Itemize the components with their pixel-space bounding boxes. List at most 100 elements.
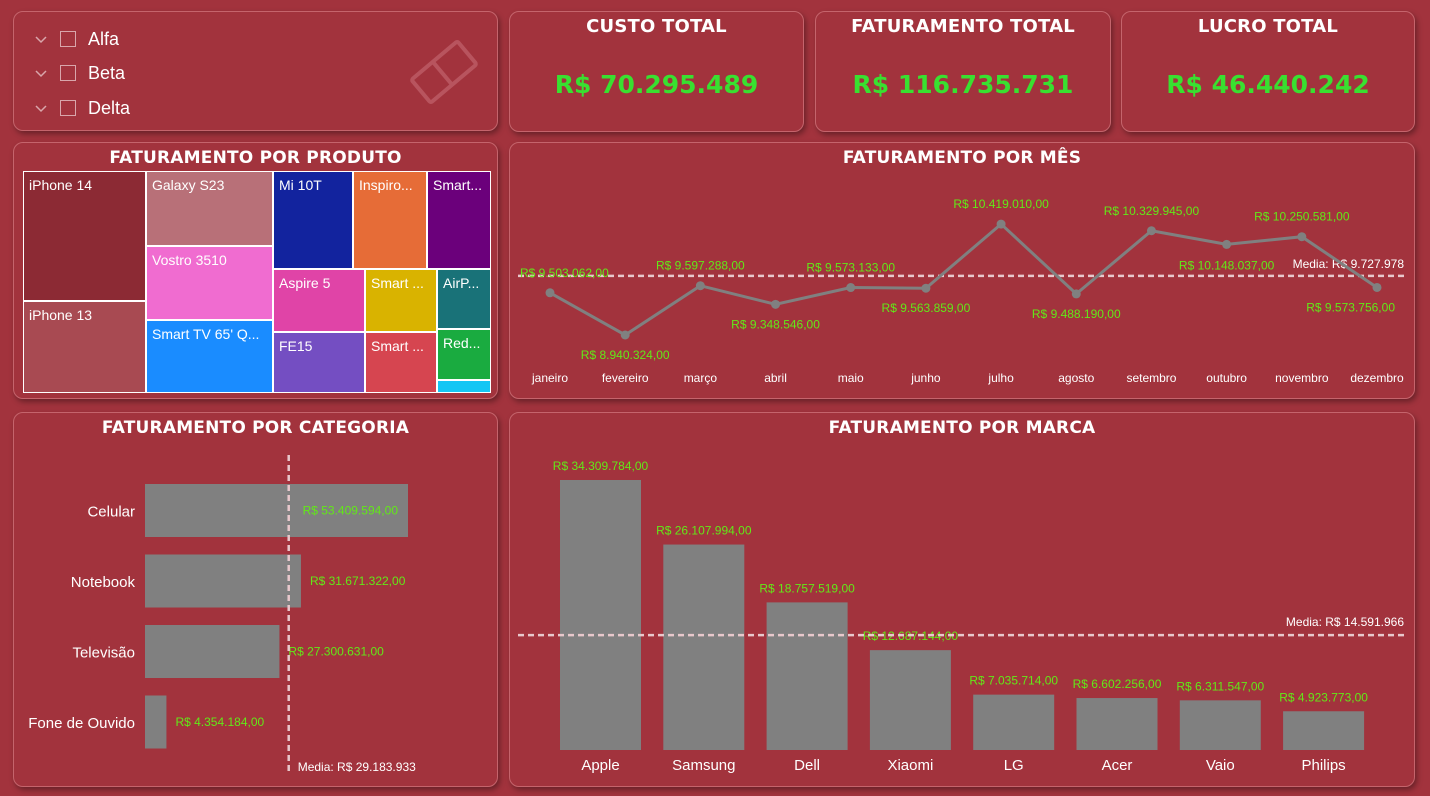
x-tick-label: agosto (1058, 371, 1094, 385)
treemap-cell[interactable]: iPhone 13 (23, 301, 146, 393)
kpi-card-faturamento: FATURAMENTO TOTAL R$ 116.735.731 (815, 11, 1111, 132)
data-label: R$ 10.419.010,00 (953, 197, 1049, 211)
data-label: R$ 9.348.546,00 (731, 317, 820, 331)
x-tick-label: maio (838, 371, 864, 385)
x-tick-label: março (684, 371, 718, 385)
treemap-cell[interactable]: Smart... (427, 171, 491, 269)
category-bar-chart: Celular R$ 53.409.594,00 Notebook R$ 31.671… (28, 455, 416, 775)
x-tick-label: LG (1004, 757, 1024, 774)
checkbox[interactable] (60, 100, 76, 116)
chevron-down-icon[interactable] (34, 32, 48, 46)
chevron-down-icon[interactable] (34, 101, 48, 115)
kpi-title: CUSTO TOTAL (586, 16, 727, 37)
x-tick-label: Apple (581, 757, 619, 774)
data-label: R$ 9.597.288,00 (656, 259, 745, 273)
x-tick-label: abril (764, 371, 787, 385)
treemap-cell[interactable]: Red... (437, 329, 491, 380)
data-point (545, 288, 555, 298)
kpi-value: R$ 116.735.731 (852, 70, 1074, 99)
data-point (1222, 239, 1232, 249)
data-label: R$ 10.250.581,00 (1254, 210, 1350, 224)
kpi-value: R$ 46.440.242 (1166, 70, 1370, 99)
treemap-cell[interactable]: Smart ... (365, 269, 437, 332)
treemap-cell[interactable]: Smart TV 65' Q... (146, 320, 273, 393)
data-label: R$ 4.354.184,00 (175, 715, 264, 729)
data-point (620, 330, 630, 340)
x-tick-label: Dell (794, 757, 820, 774)
treemap-cell[interactable]: Mi 10T (273, 171, 353, 269)
x-tick-label: setembro (1126, 371, 1176, 385)
data-point (1071, 289, 1081, 299)
x-tick-label: junho (910, 371, 941, 385)
chevron-down-icon[interactable] (34, 66, 48, 80)
treemap-cell[interactable]: Galaxy S23 (146, 171, 273, 246)
slicer-item-delta[interactable]: Delta (34, 95, 130, 121)
data-label: R$ 27.300.631,00 (288, 645, 384, 659)
data-point (921, 283, 931, 293)
data-label: R$ 34.309.784,00 (553, 459, 649, 473)
data-point (695, 281, 705, 291)
bar (663, 544, 745, 750)
data-point (846, 283, 856, 293)
data-label: R$ 9.573.133,00 (806, 261, 895, 275)
average-label: Media: R$ 29.183.933 (298, 760, 416, 774)
treemap-cell[interactable]: Inspiro... (353, 171, 427, 269)
data-label: R$ 9.503.062,00 (520, 266, 609, 280)
bar (973, 694, 1055, 750)
x-tick-label: novembro (1275, 371, 1329, 385)
bar (869, 650, 951, 750)
kpi-value: R$ 70.295.489 (554, 70, 759, 99)
slicer-item-alfa[interactable]: Alfa (34, 26, 119, 52)
data-label: R$ 10.148.037,00 (1179, 258, 1275, 272)
bar (766, 602, 848, 750)
bar (145, 695, 167, 749)
category-chart-card: FATURAMENTO POR CATEGORIA Celular R$ 53.4… (13, 412, 498, 787)
data-label: R$ 9.573.756,00 (1306, 300, 1395, 314)
bar (1283, 711, 1365, 750)
x-tick-label: fevereiro (602, 371, 649, 385)
data-point (1372, 282, 1382, 292)
data-label: R$ 31.671.322,00 (310, 574, 406, 588)
slicer-item-label: Alfa (88, 28, 120, 49)
treemap-cell[interactable]: FE15 (273, 332, 365, 393)
data-label: R$ 7.035.714,00 (969, 674, 1058, 688)
treemap-cell[interactable]: iPhone 14 (23, 171, 146, 301)
data-point (996, 219, 1006, 229)
x-tick-label: janeiro (531, 371, 568, 385)
x-tick-label: outubro (1206, 371, 1247, 385)
treemap-cell[interactable]: Aspire 5 (273, 269, 365, 332)
kpi-card-custo: CUSTO TOTAL R$ 70.295.489 (509, 11, 804, 132)
bar (145, 554, 301, 608)
x-tick-label: Samsung (672, 757, 735, 774)
y-tick-label: Fone de Ouvido (28, 715, 135, 732)
bar (1076, 698, 1158, 750)
treemap-cell[interactable] (437, 380, 491, 393)
data-label: R$ 4.923.773,00 (1279, 690, 1368, 704)
checkbox[interactable] (60, 65, 76, 81)
x-tick-label: dezembro (1350, 371, 1404, 385)
data-label: R$ 26.107.994,00 (656, 524, 752, 538)
y-tick-label: Notebook (71, 574, 136, 591)
treemap-cell[interactable]: Vostro 3510 (146, 246, 273, 320)
data-label: R$ 6.311.547,00 (1176, 679, 1264, 693)
treemap: iPhone 14 iPhone 13 Galaxy S23 Vostro 3510 S… (23, 171, 491, 393)
x-tick-label: Philips (1302, 757, 1346, 774)
eraser-icon[interactable] (404, 32, 484, 112)
brand-chart-card: FATURAMENTO POR MARCA R$ 34.309.784,00 Ap… (509, 412, 1415, 787)
treemap-cell[interactable]: AirP... (437, 269, 491, 329)
data-label: R$ 6.602.256,00 (1073, 677, 1162, 691)
treemap-cell[interactable]: Smart ... (365, 332, 437, 393)
line-chart: Media: R$ 9.727.978R$ 9.503.062,00janeir… (518, 197, 1406, 385)
checkbox[interactable] (60, 31, 76, 47)
x-tick-label: Xiaomi (887, 757, 933, 774)
chart-title: FATURAMENTO POR PRODUTO (109, 148, 402, 168)
bar (1179, 700, 1261, 750)
data-point (771, 299, 781, 309)
slicer-item-beta[interactable]: Beta (34, 60, 125, 86)
bar (560, 480, 641, 750)
brand-column-chart: R$ 34.309.784,00 Apple R$ 26.107.994,00 Sam… (518, 459, 1406, 774)
x-tick-label: Acer (1102, 757, 1133, 774)
data-label: R$ 53.409.594,00 (303, 504, 399, 518)
slicer-card: Alfa Beta Delta (13, 11, 498, 131)
bar (145, 625, 280, 678)
